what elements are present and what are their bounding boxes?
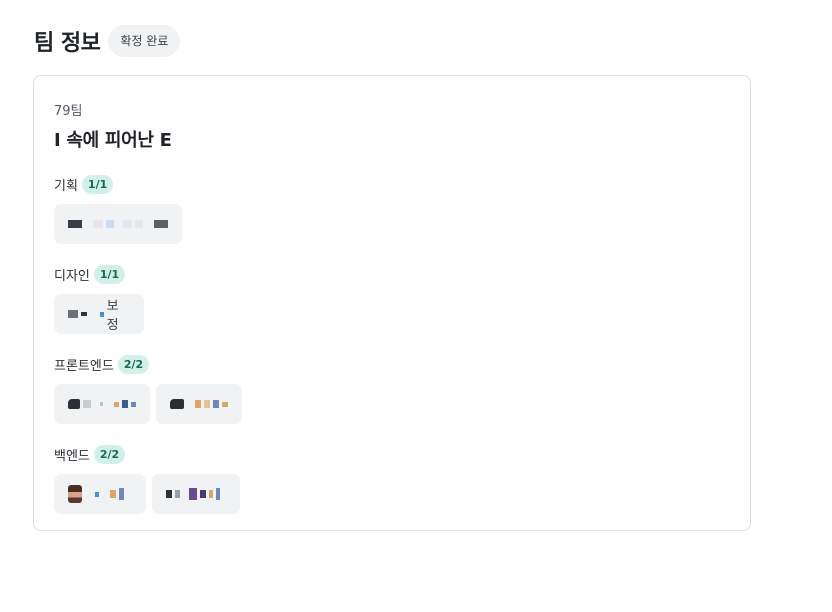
role-label: 디자인 <box>54 268 90 284</box>
page-title: 팀 정보 <box>34 31 101 56</box>
role-count-badge: 1/1 <box>81 174 114 194</box>
blurred-name-fragment <box>175 490 180 498</box>
role-count-badge: 1/1 <box>93 264 126 284</box>
role-label: 백엔드 <box>54 448 90 464</box>
page-header: 팀 정보 확정 완료 <box>34 25 181 57</box>
member-chip[interactable] <box>152 474 240 514</box>
member-avatar <box>68 399 81 409</box>
blurred-name-fragment <box>135 220 144 228</box>
member-name-suffix: 보정 <box>106 299 119 333</box>
member-chip[interactable] <box>54 384 150 424</box>
member-avatar <box>170 399 184 409</box>
blurred-name-fragment <box>68 220 82 228</box>
role-section-backend: 백엔드 2/2 <box>54 444 240 514</box>
blurred-name-fragment <box>95 491 99 497</box>
role-count-badge: 2/2 <box>93 444 126 464</box>
blurred-name-fragment <box>99 402 104 406</box>
blurred-name-fragment <box>119 488 124 500</box>
blurred-name-fragment <box>122 220 133 228</box>
role-section-planning: 기획 1/1 <box>54 174 182 244</box>
member-avatar <box>68 485 82 503</box>
blurred-name-fragment <box>114 401 120 407</box>
blurred-name-fragment <box>189 488 197 500</box>
blurred-name-fragment <box>83 400 91 408</box>
blurred-name-fragment <box>80 312 87 316</box>
role-label: 프론트엔드 <box>54 358 114 374</box>
role-label: 기획 <box>54 178 78 194</box>
blurred-name-fragment <box>213 400 219 408</box>
team-card: 79팀 I 속에 피어난 E 기획 1/1 디자인 1/1 보정 프론트엔드 2… <box>33 75 751 531</box>
blurred-name-fragment <box>216 488 220 500</box>
blurred-name-fragment <box>166 490 172 498</box>
blurred-name-fragment <box>200 490 206 498</box>
team-number: 79팀 <box>54 104 83 119</box>
blurred-name-fragment <box>110 490 116 498</box>
blurred-name-fragment <box>222 401 228 407</box>
blurred-name-fragment <box>122 400 128 408</box>
blurred-name-fragment <box>204 400 210 408</box>
blurred-name-fragment <box>99 311 104 317</box>
blurred-name-fragment <box>209 490 213 498</box>
member-chip[interactable] <box>54 474 146 514</box>
blurred-name-fragment <box>68 310 78 318</box>
role-section-frontend: 프론트엔드 2/2 <box>54 354 242 424</box>
blurred-name-fragment <box>130 401 136 407</box>
blurred-name-fragment <box>92 220 103 228</box>
team-name: I 속에 피어난 E <box>54 130 172 151</box>
blurred-name-fragment <box>154 220 168 228</box>
blurred-name-fragment <box>105 220 114 228</box>
member-chip[interactable] <box>54 204 182 244</box>
role-count-badge: 2/2 <box>117 354 150 374</box>
status-badge: 확정 완료 <box>108 25 181 57</box>
member-chip[interactable]: 보정 <box>54 294 144 334</box>
member-chip[interactable] <box>156 384 242 424</box>
role-section-design: 디자인 1/1 보정 <box>54 264 144 334</box>
blurred-name-fragment <box>195 400 201 408</box>
